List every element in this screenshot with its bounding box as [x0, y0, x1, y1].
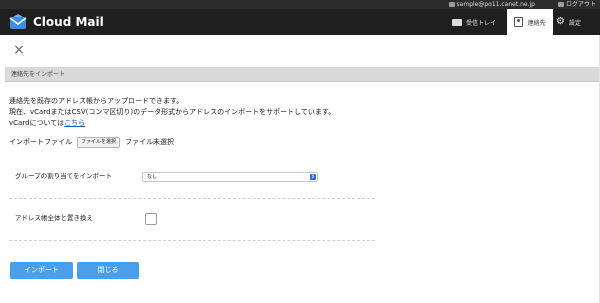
- replace-addressbook-label: アドレス帳全体と置き換え: [15, 214, 93, 222]
- vcard-info-text: vCardについては: [9, 119, 65, 127]
- brand-name: Cloud Mail: [33, 15, 104, 29]
- logout-icon: [557, 2, 564, 7]
- replace-addressbook-checkbox[interactable]: [145, 213, 157, 225]
- group-assignment-label: グループの割り当てをインポート: [15, 172, 112, 180]
- mail-envelope-icon: [9, 14, 27, 29]
- vcard-info-link[interactable]: こちら: [64, 119, 85, 127]
- contacts-icon: [514, 17, 524, 27]
- choose-file-button[interactable]: ファイルを選択: [77, 136, 121, 148]
- nav-inbox-label: 受信トレイ: [466, 19, 497, 27]
- nav-settings-label: 設定: [568, 19, 581, 27]
- group-select-value: なし: [147, 174, 158, 180]
- import-button[interactable]: インポート: [10, 262, 73, 279]
- logout-link[interactable]: ログアウト: [557, 0, 596, 9]
- user-icon: [448, 2, 455, 7]
- divider: [9, 240, 375, 241]
- file-label: インポートファイル: [9, 138, 72, 146]
- file-status: ファイル未選択: [125, 138, 175, 146]
- chevron-updown-icon: ⇕: [310, 174, 316, 180]
- description-line-1: 連絡先を既存のアドレス帳からアップロードできます。: [9, 97, 184, 105]
- file-row: インポートファイル ファイルを選択 ファイル未選択: [9, 136, 174, 148]
- logout-label: ログアウト: [565, 1, 596, 8]
- group-select[interactable]: なし ⇕: [142, 172, 318, 182]
- description-line-3: vCardについてはこちら: [9, 118, 85, 128]
- top-status-bar: sample@po11.canet.ne.jp ログアウト: [0, 0, 600, 9]
- nav-settings[interactable]: ⚙ 設定: [556, 9, 600, 35]
- description-line-2: 現在、vCardまたはCSV(コンマ区切り)のデータ形式からアドレスのインポート…: [9, 108, 336, 116]
- user-account: sample@po11.canet.ne.jp: [448, 0, 535, 9]
- nav-inbox[interactable]: 受信トレイ: [452, 9, 506, 35]
- user-email: sample@po11.canet.ne.jp: [456, 1, 535, 8]
- section-title: 連絡先をインポート: [11, 71, 66, 78]
- divider: [9, 198, 375, 199]
- close-button[interactable]: 閉じる: [77, 262, 139, 279]
- app-header: Cloud Mail 受信トレイ 連絡先 ⚙ 設定: [0, 9, 600, 35]
- nav-contacts[interactable]: 連絡先: [507, 9, 553, 35]
- mail-icon: [452, 18, 462, 26]
- close-icon[interactable]: ×: [12, 43, 26, 57]
- section-title-bar: 連絡先をインポート: [5, 67, 600, 82]
- nav-contacts-label: 連絡先: [527, 19, 546, 27]
- gear-icon: ⚙: [556, 16, 565, 27]
